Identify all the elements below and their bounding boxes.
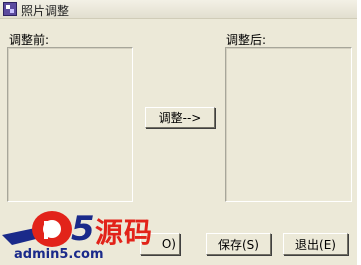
admin5-watermark: 5 源码 admin5.com	[0, 205, 172, 265]
watermark-chinese: 源码	[95, 216, 154, 249]
save-button[interactable]: 保存(S)	[206, 233, 271, 255]
watermark-digit: 5	[71, 209, 95, 249]
app-icon	[3, 2, 17, 16]
after-label: 调整后:	[226, 33, 267, 47]
after-image-panel	[225, 47, 352, 202]
window-title: 照片调整	[21, 4, 70, 18]
before-label: 调整前:	[9, 33, 50, 47]
window-edge	[357, 0, 361, 265]
watermark-site: admin5.com	[14, 247, 104, 262]
exit-button[interactable]: 退出(E)	[283, 233, 348, 255]
before-image-panel	[7, 47, 133, 202]
adjust-button[interactable]: 调整-->	[145, 107, 215, 128]
title-bar[interactable]: 照片调整	[0, 0, 357, 19]
